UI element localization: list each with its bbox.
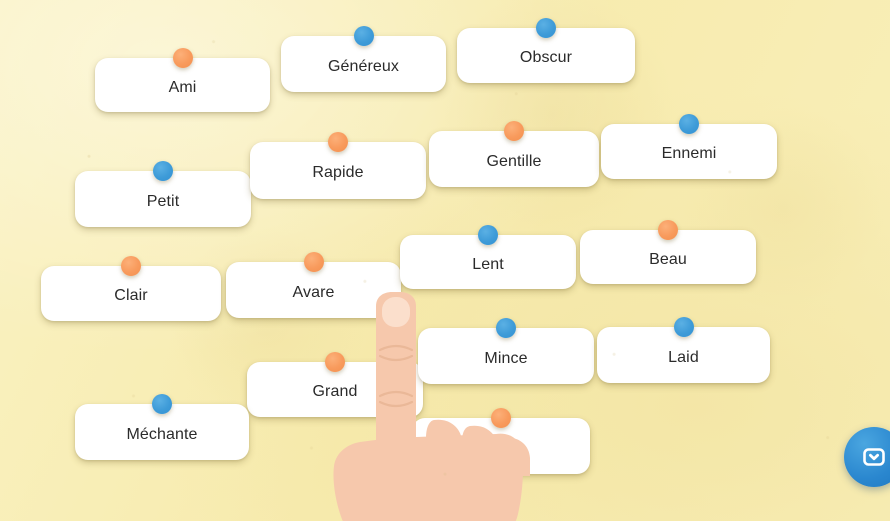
blue-dot-icon: [153, 161, 173, 181]
orange-dot-icon: [121, 256, 141, 276]
chevron-down-in-square-icon: [862, 445, 886, 469]
word-card[interactable]: Petit: [75, 161, 251, 227]
word-card-label: Généreux: [327, 57, 400, 75]
word-card-label: Rapide: [312, 164, 364, 181]
orange-dot-icon: [328, 132, 348, 152]
blue-dot-icon: [536, 18, 556, 38]
blue-dot-icon: [496, 318, 516, 338]
orange-dot-icon: [491, 408, 511, 428]
blue-dot-icon: [673, 317, 694, 337]
word-card[interactable]: Beau: [580, 220, 756, 284]
word-card[interactable]: Ennemi: [601, 114, 777, 179]
word-card-label: Méchante: [126, 425, 198, 443]
word-card-label: Mince: [484, 349, 528, 367]
word-card[interactable]: Obscur: [457, 18, 635, 83]
blue-dot-icon: [353, 26, 374, 46]
word-card-label: Obscur: [519, 49, 573, 66]
orange-dot-icon: [172, 48, 193, 68]
blue-dot-icon: [679, 114, 699, 134]
word-card[interactable]: Lent: [400, 225, 576, 289]
validate-button[interactable]: [844, 427, 890, 487]
orange-dot-icon: [658, 220, 678, 240]
word-card[interactable]: Rapide: [250, 132, 426, 199]
word-card-label: Laid: [668, 348, 699, 366]
word-card-label: Clair: [114, 287, 148, 304]
word-card[interactable]: Gros: [412, 408, 590, 474]
word-card[interactable]: Ami: [95, 48, 270, 112]
orange-dot-icon: [303, 252, 324, 272]
blue-dot-icon: [152, 394, 172, 414]
word-card[interactable]: Gentille: [429, 121, 599, 187]
bottom-edge: [0, 521, 890, 530]
word-card[interactable]: Grand: [247, 352, 423, 417]
orange-dot-icon: [325, 352, 345, 372]
blue-dot-icon: [478, 225, 498, 245]
orange-dot-icon: [504, 121, 524, 141]
word-card[interactable]: Clair: [41, 256, 221, 321]
word-card[interactable]: Généreux: [281, 26, 446, 92]
word-card[interactable]: Avare: [226, 252, 401, 318]
word-card-label: Avare: [292, 283, 335, 301]
word-card[interactable]: Mince: [418, 318, 594, 384]
word-card-label: Beau: [649, 250, 687, 268]
word-card[interactable]: Laid: [597, 317, 770, 383]
word-card-label: Lent: [472, 255, 504, 273]
activity-screen: Ami Généreux Obscur Petit Rapide Gentille Enne…: [0, 0, 890, 530]
word-card[interactable]: Méchante: [75, 394, 249, 460]
word-card-label: Petit: [146, 192, 180, 210]
word-card-label: Ennemi: [661, 145, 717, 162]
activity-board: Ami Généreux Obscur Petit Rapide Gentille Enne…: [0, 0, 890, 521]
word-card-label: Gentille: [486, 152, 542, 170]
word-card-label: Gros: [483, 439, 519, 457]
word-card-label: Grand: [312, 383, 358, 400]
word-card-label: Ami: [168, 78, 197, 96]
